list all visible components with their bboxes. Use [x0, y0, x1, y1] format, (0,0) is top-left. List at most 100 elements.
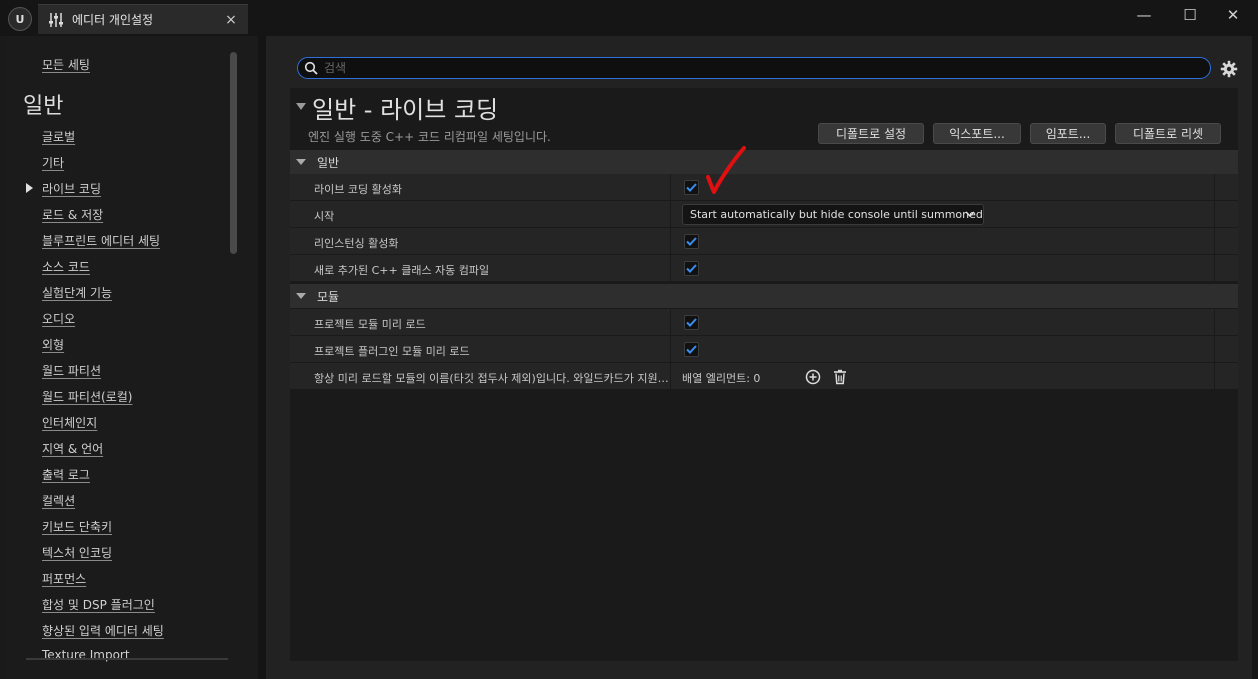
minimize-button[interactable]: —: [1124, 4, 1164, 26]
page-title: 일반 - 라이브 코딩: [312, 96, 499, 124]
right-window-edge: [1252, 36, 1258, 679]
sidebar-item[interactable]: 지역 & 언어: [42, 440, 103, 457]
checkmark-icon: [686, 237, 697, 246]
tab-close-icon[interactable]: ×: [220, 12, 242, 28]
enable-live-coding-checkbox[interactable]: [684, 180, 699, 195]
sidebar-item[interactable]: 합성 및 DSP 플러그인: [42, 596, 155, 613]
unreal-logo-icon[interactable]: U: [8, 7, 32, 31]
column-divider: [670, 336, 671, 363]
sidebar-item[interactable]: 외형: [42, 336, 64, 353]
checkmark-icon: [686, 318, 697, 327]
sidebar-item[interactable]: 오디오: [42, 310, 75, 327]
column-divider: [670, 174, 671, 201]
title-bar: U 에디터 개인설정 × — ☐ ✕: [0, 0, 1258, 36]
enable-reinstancing-checkbox[interactable]: [684, 234, 699, 249]
settings-sidebar: 모든 세팅 일반 글로벌 기타 라이브 코딩 로드 & 저장 블루프린트 에디터…: [6, 36, 258, 679]
editor-preferences-tab[interactable]: 에디터 개인설정 ×: [38, 4, 248, 34]
collapse-arrow-icon: [296, 293, 306, 299]
row-label: 프로젝트 플러그인 모듈 미리 로드: [314, 345, 470, 358]
checkmark-icon: [686, 345, 697, 354]
column-divider: [670, 255, 671, 282]
checkmark-icon: [686, 264, 697, 273]
column-divider: [670, 228, 671, 255]
column-divider: [1214, 201, 1215, 228]
sliders-icon: [46, 10, 66, 30]
import-button[interactable]: 임포트...: [1030, 123, 1106, 144]
column-divider: [670, 309, 671, 336]
checkmark-icon: [686, 183, 697, 192]
row-auto-compile-new-classes: 새로 추가된 C++ 클래스 자동 컴파일: [290, 255, 1238, 282]
sidebar-item[interactable]: 출력 로그: [42, 466, 90, 483]
sidebar-item[interactable]: 월드 파티션: [42, 362, 101, 379]
set-as-default-button[interactable]: 디폴트로 설정: [818, 123, 924, 144]
column-divider: [670, 201, 671, 228]
sidebar-scrollbar-horizontal[interactable]: [26, 658, 228, 660]
maximize-button[interactable]: ☐: [1170, 4, 1210, 26]
settings-main-panel: 일반 - 라이브 코딩 엔진 실행 도중 C++ 코드 리컴파일 세팅입니다. …: [266, 36, 1252, 679]
row-always-preload-modules: 항상 미리 로드할 모듈의 이름(타깃 접두사 제외)입니다. 와일드카드가 지…: [290, 363, 1238, 390]
sidebar-scrollbar[interactable]: [230, 52, 237, 254]
row-label: 리인스턴싱 활성화: [314, 237, 399, 250]
sidebar-item[interactable]: 기타: [42, 154, 64, 171]
trash-icon[interactable]: [831, 368, 849, 386]
panel-divider[interactable]: [258, 36, 266, 679]
preload-project-modules-checkbox[interactable]: [684, 315, 699, 330]
gear-icon[interactable]: [1218, 58, 1240, 80]
column-divider: [1214, 363, 1215, 390]
search-box: [297, 57, 1211, 79]
sidebar-item[interactable]: 글로벌: [42, 128, 75, 145]
column-divider: [670, 363, 671, 390]
row-label: 항상 미리 로드할 모듈의 이름(타깃 접두사 제외)입니다. 와일드카드가 지…: [314, 372, 670, 385]
selected-arrow-icon: [26, 183, 33, 193]
category-label: 일반: [317, 155, 340, 170]
reset-to-default-button[interactable]: 디폴트로 리셋: [1115, 123, 1221, 144]
sidebar-item[interactable]: 인터체인지: [42, 414, 97, 431]
column-divider: [1214, 255, 1215, 282]
column-divider: [1214, 228, 1215, 255]
red-checkmark-annotation-icon: [706, 146, 746, 194]
page-description: 엔진 실행 도중 C++ 코드 리컴파일 세팅입니다.: [308, 130, 551, 144]
sidebar-item[interactable]: 텍스처 인코딩: [42, 544, 112, 561]
close-window-button[interactable]: ✕: [1213, 4, 1253, 26]
settings-content: 일반 - 라이브 코딩 엔진 실행 도중 C++ 코드 리컴파일 세팅입니다. …: [290, 88, 1238, 661]
add-element-icon[interactable]: [804, 368, 822, 386]
row-startup: 시작 Start automatically but hide console …: [290, 201, 1238, 228]
auto-compile-checkbox[interactable]: [684, 261, 699, 276]
startup-mode-dropdown[interactable]: Start automatically but hide console unt…: [682, 204, 984, 225]
sidebar-item[interactable]: 블루프린트 에디터 세팅: [42, 232, 160, 249]
dropdown-value: Start automatically but hide console unt…: [690, 208, 983, 221]
column-divider: [1214, 309, 1215, 336]
row-enable-live-coding: 라이브 코딩 활성화: [290, 174, 1238, 201]
category-label: 모듈: [317, 289, 340, 304]
column-divider: [1214, 174, 1215, 201]
preload-plugin-modules-checkbox[interactable]: [684, 342, 699, 357]
column-divider: [1214, 336, 1215, 363]
sidebar-item[interactable]: 컬렉션: [42, 492, 75, 509]
sidebar-item-all-settings[interactable]: 모든 세팅: [42, 56, 90, 73]
chevron-down-icon: [965, 211, 975, 218]
array-element-count: 배열 엘리먼트: 0: [682, 372, 761, 385]
sidebar-item[interactable]: 소스 코드: [42, 258, 90, 275]
row-enable-reinstancing: 리인스턴싱 활성화: [290, 228, 1238, 255]
row-label: 시작: [314, 210, 335, 223]
row-preload-project-modules: 프로젝트 모듈 미리 로드: [290, 309, 1238, 336]
sidebar-item-live-coding[interactable]: 라이브 코딩: [42, 180, 101, 197]
search-icon: [300, 58, 322, 78]
sidebar-item[interactable]: 실험단계 기능: [42, 284, 112, 301]
sidebar-item[interactable]: 로드 & 저장: [42, 206, 103, 223]
sidebar-item[interactable]: 향상된 입력 에디터 세팅: [42, 622, 164, 639]
category-modules[interactable]: 모듈: [290, 284, 1238, 308]
search-input[interactable]: [322, 61, 1210, 75]
row-label: 새로 추가된 C++ 클래스 자동 컴파일: [314, 264, 490, 277]
row-label: 프로젝트 모듈 미리 로드: [314, 318, 426, 331]
export-button[interactable]: 익스포트...: [933, 123, 1021, 144]
section-collapse-arrow-icon[interactable]: [296, 103, 306, 110]
sidebar-item[interactable]: 퍼포먼스: [42, 570, 86, 587]
sidebar-item[interactable]: 키보드 단축키: [42, 518, 112, 535]
row-label: 라이브 코딩 활성화: [314, 183, 402, 196]
sidebar-heading-general: 일반: [23, 94, 64, 119]
category-general[interactable]: 일반: [290, 150, 1238, 174]
tab-title: 에디터 개인설정: [72, 13, 154, 27]
row-preload-plugin-modules: 프로젝트 플러그인 모듈 미리 로드: [290, 336, 1238, 363]
sidebar-item[interactable]: 월드 파티션(로컬): [42, 388, 132, 405]
